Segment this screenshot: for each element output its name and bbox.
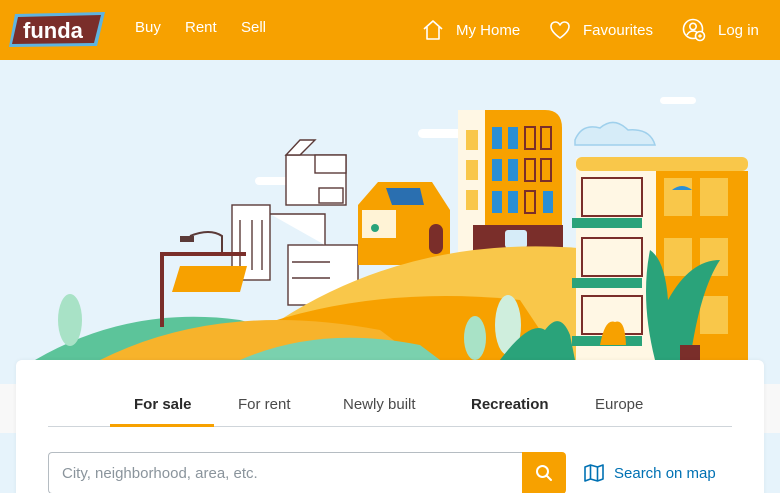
search-icon (536, 465, 552, 481)
favourites-label: Favourites (583, 21, 654, 39)
search-on-map-label: Search on map (614, 464, 716, 482)
funda-logo[interactable]: funda (9, 12, 107, 48)
map-icon (584, 464, 604, 482)
login-label: Log in (718, 21, 759, 39)
top-header: funda Buy Rent Sell My Home Favourites L… (0, 0, 780, 60)
my-home-label: My Home (456, 21, 521, 39)
tab-for-sale[interactable]: For sale (134, 396, 192, 413)
user-icon (682, 18, 706, 42)
search-input[interactable] (48, 452, 522, 493)
heart-icon (550, 21, 570, 39)
tab-recreation[interactable]: Recreation (471, 396, 549, 413)
tab-newly-built[interactable]: Newly built (343, 396, 416, 413)
favourites-link[interactable]: Favourites (549, 16, 653, 44)
outline-building (231, 139, 359, 306)
tab-for-rent[interactable]: For rent (238, 396, 291, 413)
search-tabs: For sale For rent Newly built Recreation… (48, 382, 732, 427)
search-button[interactable] (522, 452, 566, 493)
tab-europe[interactable]: Europe (595, 396, 643, 413)
apartment-building (572, 157, 748, 360)
search-card: For sale For rent Newly built Recreation… (16, 360, 764, 493)
nav-buy[interactable]: Buy (135, 19, 161, 36)
small-house (358, 182, 450, 265)
search-on-map-link[interactable]: Search on map (584, 464, 716, 482)
tall-tower (458, 110, 563, 262)
nav-sell[interactable]: Sell (241, 19, 266, 36)
logo-text: funda (23, 18, 84, 43)
my-home-link[interactable]: My Home (422, 16, 520, 44)
active-tab-indicator (110, 424, 214, 427)
home-icon (423, 20, 443, 40)
nav-rent[interactable]: Rent (185, 19, 217, 36)
login-link[interactable]: Log in (682, 16, 759, 44)
